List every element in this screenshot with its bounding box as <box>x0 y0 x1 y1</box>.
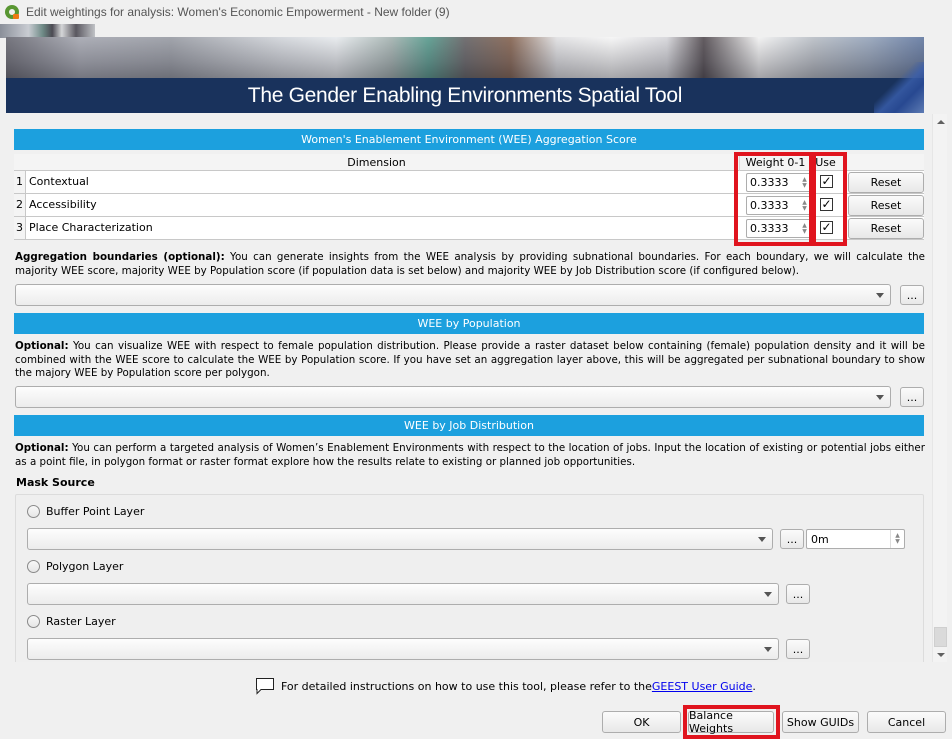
job-distribution-description: Optional: You can perform a targeted ana… <box>15 442 925 469</box>
aggregation-layer-combo[interactable] <box>15 284 891 306</box>
table-row: 1 Contextual 0.3333 ▲ ▼ ✓ Reset <box>14 171 924 194</box>
buffer-point-label[interactable]: Buffer Point Layer <box>46 505 144 518</box>
buffer-point-option[interactable]: Buffer Point Layer <box>27 505 144 518</box>
weight-spinbox[interactable]: 0.3333 ▲ ▼ <box>746 173 812 192</box>
window-titlebar: Edit weightings for analysis: Women's Ec… <box>0 0 952 24</box>
scrollbar-thumb[interactable] <box>934 627 947 647</box>
population-description: Optional: You can visualize WEE with res… <box>15 340 925 381</box>
dropdown-arrow-icon[interactable] <box>876 293 884 298</box>
show-guids-button[interactable]: Show GUIDs <box>782 711 859 733</box>
population-layer-combo[interactable] <box>15 386 891 408</box>
reset-button[interactable]: Reset <box>848 195 924 216</box>
job-distribution-optional-label: Optional: <box>15 442 69 454</box>
buffer-distance-value[interactable]: 0m <box>807 533 890 546</box>
job-distribution-header: WEE by Job Distribution <box>14 415 924 436</box>
spin-arrows-icon[interactable]: ▲ ▼ <box>798 197 811 214</box>
speech-bubble-icon <box>255 677 275 695</box>
column-header-use[interactable]: Use <box>811 154 839 171</box>
column-header-dimension[interactable]: Dimension <box>14 154 739 171</box>
raster-layer-combo[interactable] <box>27 638 779 660</box>
reset-button[interactable]: Reset <box>848 218 924 239</box>
buffer-point-radio[interactable] <box>27 505 40 518</box>
aggregation-boundaries-label: Aggregation boundaries (optional): <box>15 251 225 263</box>
weight-value[interactable]: 0.3333 <box>747 222 798 235</box>
banner-photo <box>6 37 924 78</box>
dropdown-arrow-icon[interactable] <box>764 647 772 652</box>
job-distribution-text: You can perform a targeted analysis of W… <box>15 442 925 468</box>
help-line: For detailed instructions on how to use … <box>255 677 756 695</box>
spin-arrows-icon[interactable]: ▲ ▼ <box>798 220 811 237</box>
scroll-area: Women's Enablement Environment (WEE) Agg… <box>6 114 947 662</box>
use-checkbox[interactable]: ✓ <box>820 175 833 188</box>
population-text: You can visualize WEE with respect to fe… <box>15 340 925 379</box>
weight-spinbox[interactable]: 0.3333 ▲ ▼ <box>746 219 812 238</box>
buffer-point-browse-button[interactable]: ... <box>780 529 804 549</box>
raster-label[interactable]: Raster Layer <box>46 615 116 628</box>
dimension-label: Accessibility <box>29 198 97 211</box>
mask-source-group <box>15 494 924 662</box>
mask-source-label: Mask Source <box>16 476 95 489</box>
dropdown-arrow-icon[interactable] <box>758 537 766 542</box>
weight-spinbox[interactable]: 0.3333 ▲ ▼ <box>746 196 812 215</box>
help-suffix: . <box>752 679 756 693</box>
population-optional-label: Optional: <box>15 340 69 352</box>
raster-option[interactable]: Raster Layer <box>27 615 116 628</box>
row-number: 3 <box>14 217 26 239</box>
reset-button[interactable]: Reset <box>848 172 924 193</box>
ok-button[interactable]: OK <box>602 711 681 733</box>
spin-arrows-icon[interactable]: ▲ ▼ <box>798 174 811 191</box>
population-browse-button[interactable]: ... <box>900 387 924 407</box>
dropdown-arrow-icon[interactable] <box>764 592 772 597</box>
column-header-weight[interactable]: Weight 0-1 <box>739 154 811 171</box>
banner-title-bar: The Gender Enabling Environments Spatial… <box>6 78 924 113</box>
aggregation-browse-button[interactable]: ... <box>900 285 924 305</box>
polygon-browse-button[interactable]: ... <box>786 584 810 604</box>
banner-accent <box>874 62 924 113</box>
aggregation-boundaries-description: Aggregation boundaries (optional): You c… <box>15 251 925 278</box>
dropdown-arrow-icon[interactable] <box>876 395 884 400</box>
weight-value[interactable]: 0.3333 <box>747 199 798 212</box>
scroll-down-icon[interactable] <box>933 647 948 662</box>
window-title: Edit weightings for analysis: Women's Ec… <box>26 5 450 19</box>
banner: The Gender Enabling Environments Spatial… <box>6 37 924 113</box>
aggregation-score-header: Women's Enablement Environment (WEE) Agg… <box>14 129 924 150</box>
raster-browse-button[interactable]: ... <box>786 639 810 659</box>
raster-radio[interactable] <box>27 615 40 628</box>
buffer-distance-spinbox[interactable]: 0m ▲ ▼ <box>806 529 905 549</box>
spin-arrows-icon[interactable]: ▲ ▼ <box>890 530 904 548</box>
qgis-logo-icon <box>5 5 19 19</box>
balance-weights-button[interactable]: Balance Weights <box>688 709 774 735</box>
weight-value[interactable]: 0.3333 <box>747 176 798 189</box>
scroll-up-icon[interactable] <box>933 114 948 129</box>
user-guide-link[interactable]: GEEST User Guide <box>652 680 753 693</box>
polygon-label[interactable]: Polygon Layer <box>46 560 123 573</box>
dimension-label: Contextual <box>29 175 89 188</box>
row-number: 1 <box>14 171 26 193</box>
polygon-radio[interactable] <box>27 560 40 573</box>
banner-title: The Gender Enabling Environments Spatial… <box>247 83 683 107</box>
cancel-button[interactable]: Cancel <box>867 711 946 733</box>
row-number: 2 <box>14 194 26 216</box>
use-checkbox[interactable]: ✓ <box>820 198 833 211</box>
table-row: 2 Accessibility 0.3333 ▲ ▼ ✓ Reset <box>14 194 924 217</box>
table-row: 3 Place Characterization 0.3333 ▲ ▼ ✓ Res… <box>14 217 924 240</box>
use-checkbox[interactable]: ✓ <box>820 221 833 234</box>
dimension-label: Place Characterization <box>29 221 153 234</box>
table-header: Dimension Weight 0-1 Use <box>14 154 924 171</box>
polygon-option[interactable]: Polygon Layer <box>27 560 123 573</box>
population-header: WEE by Population <box>14 313 924 334</box>
vertical-scrollbar[interactable] <box>932 114 947 662</box>
polygon-layer-combo[interactable] <box>27 583 779 605</box>
help-text: For detailed instructions on how to use … <box>281 679 652 693</box>
banner-image-strip <box>0 24 95 38</box>
buffer-point-layer-combo[interactable] <box>27 528 773 550</box>
